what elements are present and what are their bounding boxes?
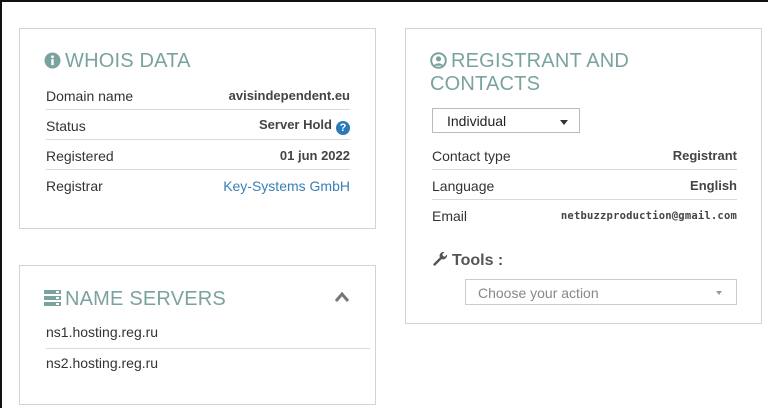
name-server-item: ns1.hosting.reg.ru [46, 324, 370, 349]
chevron-up-icon[interactable] [334, 290, 350, 308]
tools-label: Tools : [432, 251, 503, 272]
caret-down-icon [560, 120, 568, 125]
registrant-title-line2: CONTACTS [430, 73, 541, 95]
registered-label: Registered [46, 147, 114, 164]
whois-row-registrar: Registrar Key-Systems GmbH [46, 172, 350, 200]
whois-panel: WHOIS DATA Domain name avisindependent.e… [19, 28, 376, 229]
registrant-title-line1: REGISTRANT AND [451, 50, 630, 72]
contact-select[interactable]: Individual [432, 108, 580, 133]
domain-name-label: Domain name [46, 87, 134, 104]
server-icon [44, 290, 61, 311]
registrant-row-contact-type: Contact type Registrant [432, 142, 737, 170]
contact-type-label: Contact type [432, 147, 511, 164]
registrar-label: Registrar [46, 178, 103, 194]
registrant-title: REGISTRANT AND CONTACTS [430, 51, 629, 95]
whois-row-domain: Domain name avisindependent.eu [46, 82, 350, 110]
contact-select-value: Individual [447, 113, 507, 129]
tools-label-text: Tools : [452, 252, 504, 269]
registrant-panel: REGISTRANT AND CONTACTS Individual Conta… [405, 28, 762, 324]
registrant-row-language: Language English [432, 172, 737, 200]
email-label: Email [432, 208, 468, 224]
registrant-row-email: Email netbuzzproduction@gmail.com [432, 202, 737, 230]
action-select-placeholder: Choose your action [478, 285, 599, 301]
status-label: Status [46, 117, 86, 134]
status-value: Server Hold [259, 117, 332, 132]
name-server-item: ns2.hosting.reg.ru [46, 355, 159, 371]
whois-row-status: Status Server Hold? [46, 112, 350, 140]
question-circle-icon[interactable]: ? [336, 121, 350, 135]
registered-value: 01 jun 2022 [279, 148, 350, 163]
email-value: netbuzzproduction@gmail.com [560, 210, 737, 222]
whois-row-registered: Registered 01 jun 2022 [46, 142, 350, 170]
registrar-link[interactable]: Key-Systems GmbH [223, 178, 350, 194]
contact-type-value: Registrant [672, 148, 737, 163]
name-servers-title-text: NAME SERVERS [65, 288, 226, 310]
action-select[interactable]: Choose your action [465, 279, 737, 305]
caret-down-icon [716, 291, 722, 295]
info-circle-icon [44, 52, 61, 74]
whois-title: WHOIS DATA [44, 51, 191, 74]
name-servers-title: NAME SERVERS [44, 289, 226, 311]
language-label: Language [432, 177, 495, 194]
domain-name-value: avisindependent.eu [228, 88, 350, 103]
language-value: English [690, 178, 737, 193]
wrench-icon [432, 251, 448, 272]
name-servers-panel: NAME SERVERS ns1.hosting.reg.ru ns2.host… [19, 265, 376, 405]
whois-title-text: WHOIS DATA [65, 50, 191, 72]
user-circle-icon [430, 52, 447, 74]
